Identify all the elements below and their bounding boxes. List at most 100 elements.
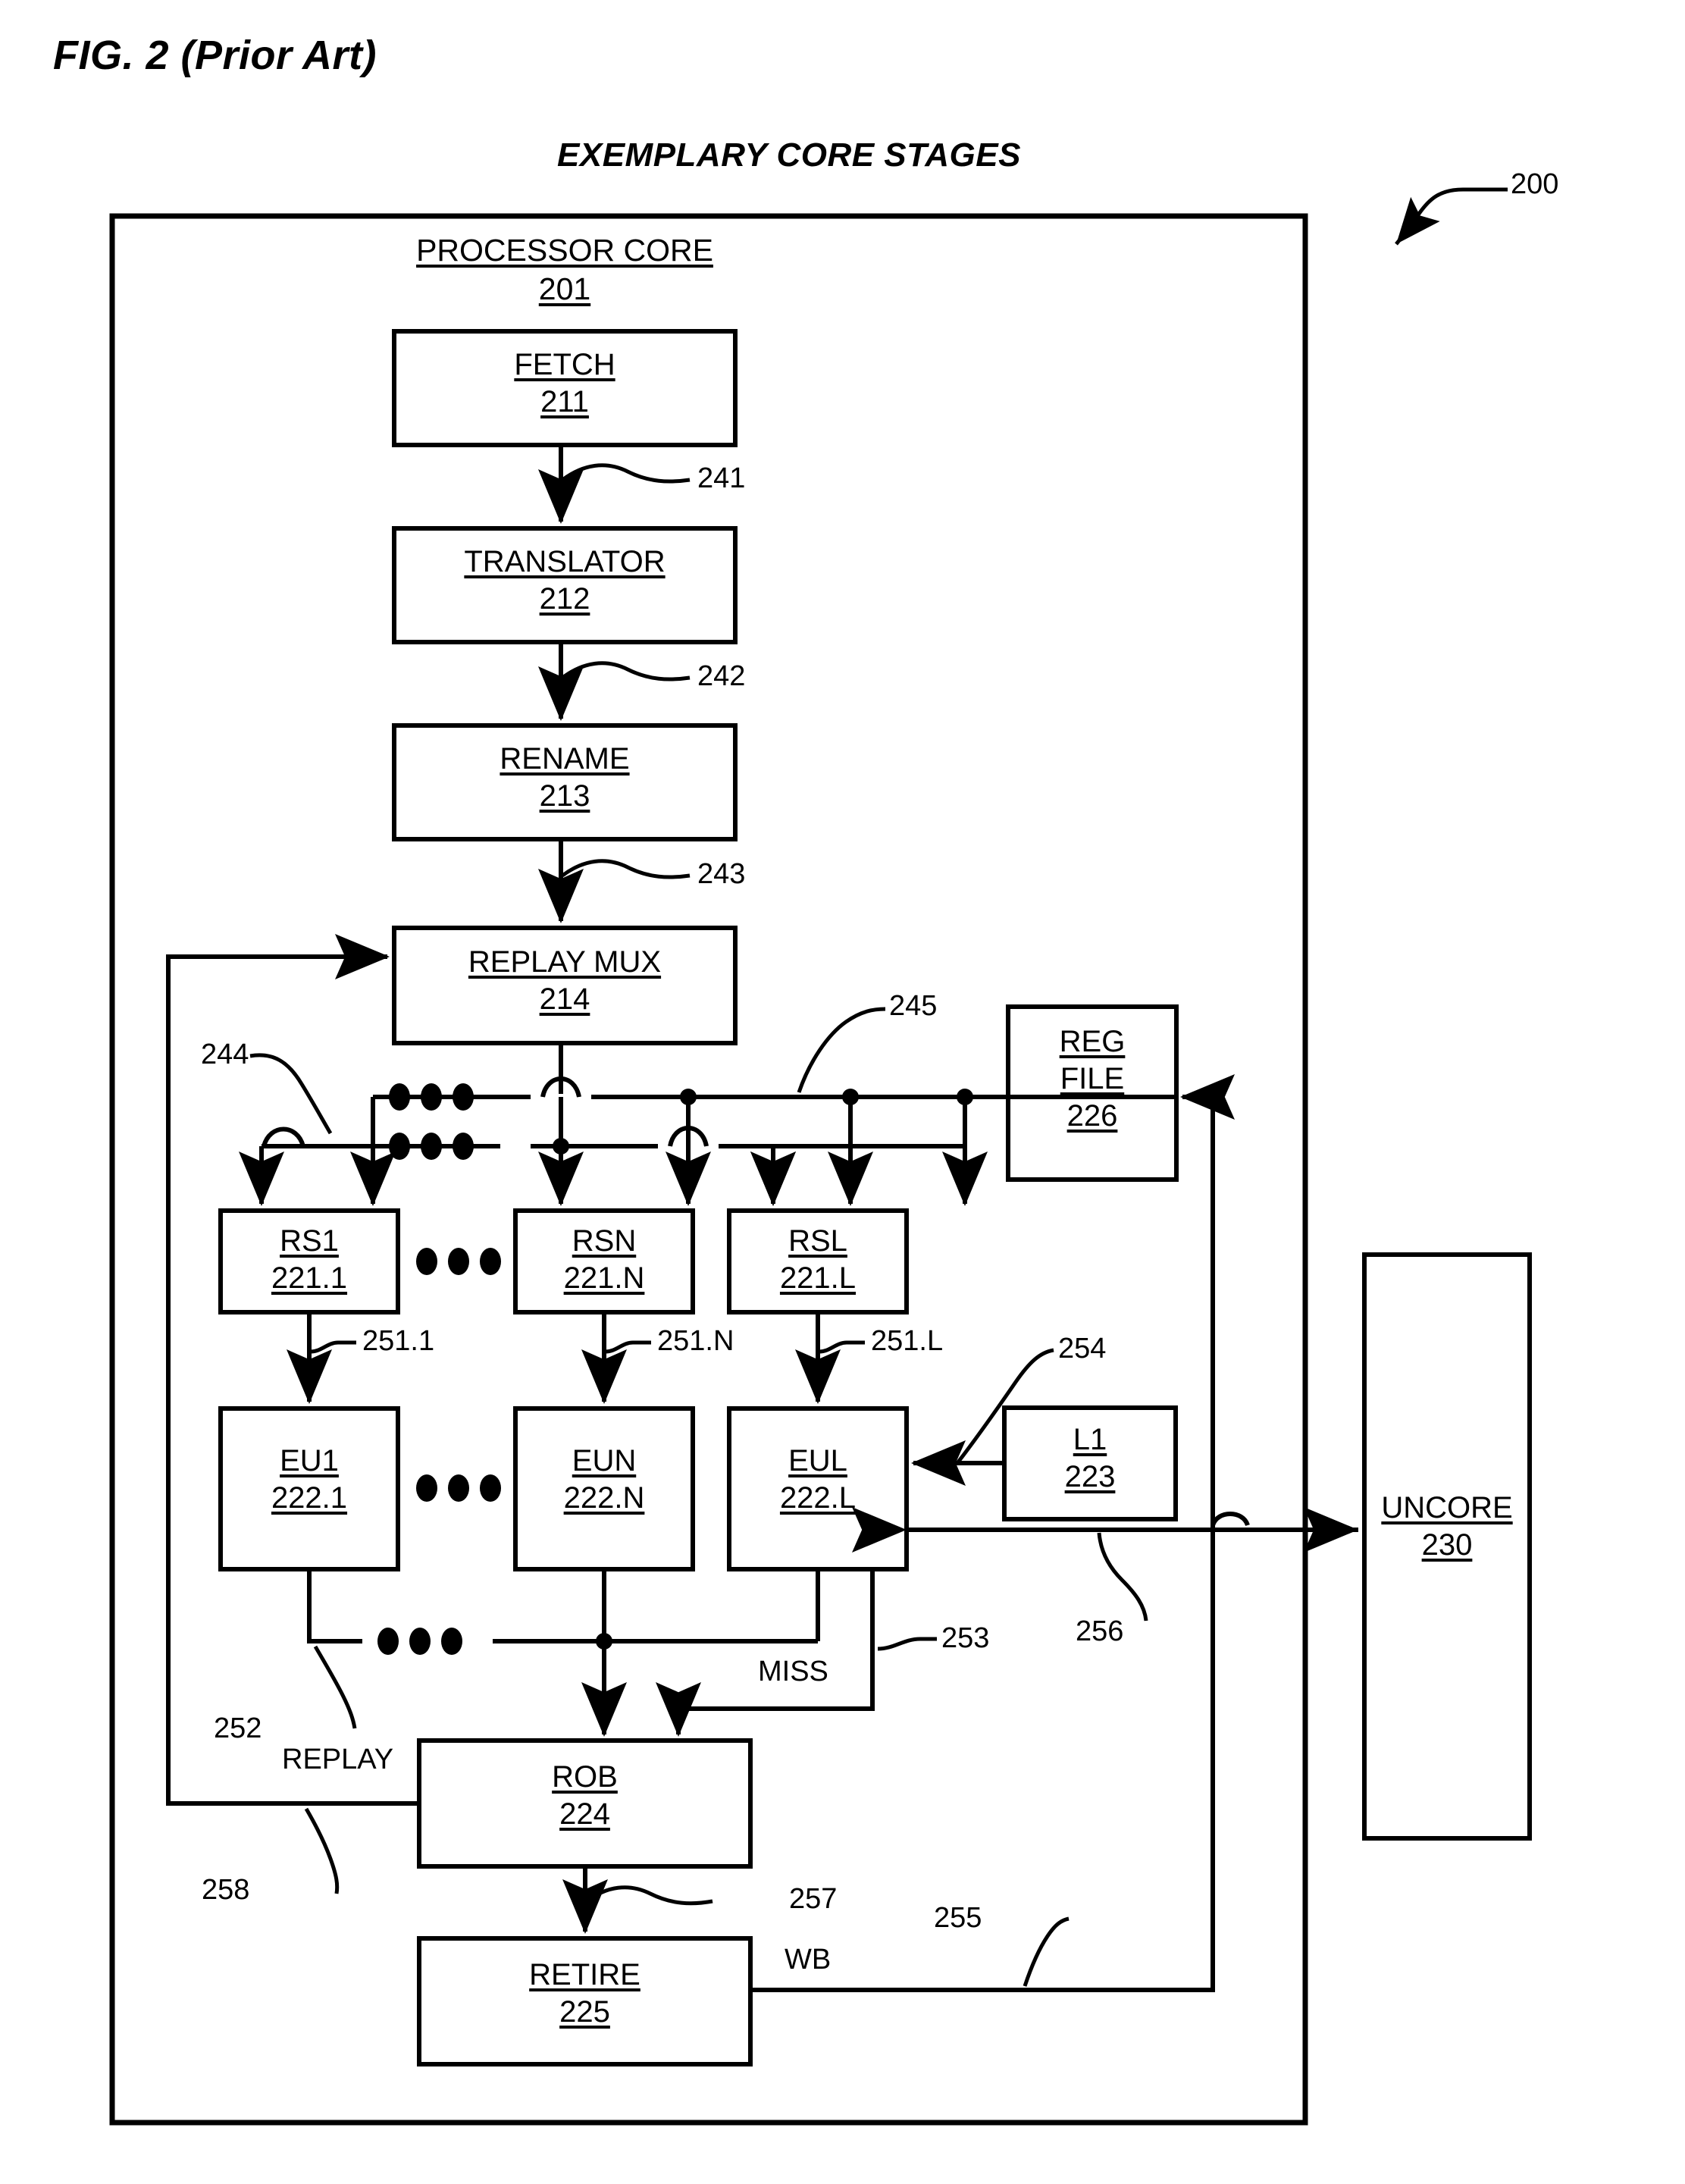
leader-255: [1023, 1916, 1070, 1987]
eun-ref: 222.N: [563, 1481, 645, 1515]
reg-file-name-line2: FILE: [1060, 1061, 1125, 1095]
dot: [389, 1133, 410, 1160]
junction-dot-a: [553, 1138, 569, 1155]
dot: [389, 1083, 410, 1111]
eul-name: EUL: [788, 1444, 847, 1477]
eun-label[interactable]: EUN 222.N: [515, 1443, 693, 1517]
rs1-label[interactable]: RS1 221.1: [221, 1223, 398, 1297]
dot: [480, 1474, 501, 1502]
ref-label-254: 254: [1058, 1333, 1107, 1365]
leader-244: [249, 1053, 333, 1135]
translator-name: TRANSLATOR: [464, 545, 666, 578]
leader-253: [877, 1637, 937, 1651]
ref-label-243: 243: [697, 858, 746, 890]
ref-label-251-n: 251.N: [657, 1325, 734, 1357]
leader-243: [561, 859, 691, 879]
eul-label[interactable]: EUL 222.L: [729, 1443, 907, 1517]
dot: [377, 1628, 399, 1655]
hop-256: [1211, 1512, 1250, 1527]
processor-core-ref: 201: [538, 271, 591, 307]
replay-feedback: [166, 934, 419, 1806]
ref-label-245: 245: [889, 990, 938, 1022]
reg-file-label[interactable]: REG FILE 226: [1008, 1023, 1176, 1134]
ref-label-200: 200: [1511, 168, 1559, 200]
fetch-label[interactable]: FETCH 211: [394, 346, 735, 421]
retire-ref: 225: [559, 1994, 610, 2029]
ref-label-244: 244: [201, 1039, 249, 1070]
retire-label[interactable]: RETIRE 225: [419, 1957, 750, 2031]
leader-258: [304, 1807, 340, 1894]
retire-name: RETIRE: [529, 1958, 640, 1991]
dot: [421, 1133, 442, 1160]
eun-name: EUN: [572, 1444, 637, 1477]
rob-label[interactable]: ROB 224: [419, 1759, 750, 1833]
leader-200-arrow: [1395, 187, 1464, 246]
leader-245: [797, 1007, 886, 1093]
dot: [416, 1474, 437, 1502]
ref-label-253: 253: [941, 1622, 990, 1654]
processor-core-boundary: [109, 213, 1308, 2126]
l1-label[interactable]: L1 223: [1004, 1421, 1176, 1496]
ref-label-258: 258: [202, 1874, 250, 1906]
dot: [453, 1083, 474, 1111]
fetch-name: FETCH: [514, 348, 615, 381]
rsl-ref: 221.L: [779, 1261, 857, 1295]
ref-label-242: 242: [697, 660, 746, 692]
replay-mux-label[interactable]: REPLAY MUX 214: [394, 944, 735, 1018]
ref-label-257: 257: [789, 1883, 838, 1915]
dot: [448, 1474, 469, 1502]
translator-label[interactable]: TRANSLATOR 212: [394, 544, 735, 618]
processor-core-name: PROCESSOR CORE: [416, 233, 713, 268]
eu1-out: [307, 1569, 362, 1643]
miss-signal-label: MISS: [758, 1656, 828, 1687]
leader-241: [561, 463, 691, 484]
eu1-label[interactable]: EU1 222.1: [221, 1443, 398, 1517]
wb-signal-label: WB: [785, 1944, 832, 1976]
replay-mux-ref: 214: [539, 982, 590, 1016]
rob-name: ROB: [552, 1760, 618, 1794]
rsn-label[interactable]: RSN 221.N: [515, 1223, 693, 1297]
ref-label-256: 256: [1076, 1615, 1124, 1647]
leader-256: [1097, 1532, 1148, 1622]
eu1-ref: 222.1: [271, 1481, 348, 1515]
rs1-ref: 221.1: [271, 1261, 348, 1295]
rs1-name: RS1: [280, 1224, 339, 1258]
translator-ref: 212: [539, 581, 590, 616]
leader-251-1: [310, 1340, 356, 1354]
dot: [421, 1083, 442, 1111]
diagram-vector-layer: [109, 187, 1532, 2126]
leader-251-l: [819, 1340, 865, 1354]
eu1-name: EU1: [280, 1444, 339, 1477]
ref-label-241: 241: [697, 462, 746, 494]
rob-ref: 224: [559, 1797, 610, 1831]
ref-label-251-1: 251.1: [362, 1325, 435, 1357]
leader-257: [586, 1885, 713, 1906]
rename-name: RENAME: [500, 742, 630, 776]
dot: [441, 1628, 462, 1655]
rename-ref: 213: [539, 779, 590, 813]
processor-core-header: PROCESSOR CORE 201: [394, 231, 735, 309]
ref-label-252: 252: [214, 1712, 262, 1744]
reg-file-name-line1: REG: [1059, 1025, 1126, 1058]
eul-ref: 222.L: [779, 1481, 857, 1515]
fetch-ref: 211: [540, 384, 589, 418]
replay-mux-name: REPLAY MUX: [468, 945, 662, 979]
bus-b-hop2: [262, 1126, 305, 1148]
l1-ref: 223: [1064, 1459, 1116, 1493]
uncore-ref: 230: [1421, 1528, 1473, 1562]
dot: [480, 1248, 501, 1275]
junction-dot-252: [596, 1633, 612, 1650]
leader-242: [561, 661, 691, 682]
reg-file-ref: 226: [1066, 1098, 1118, 1133]
miss-path: [656, 1569, 875, 1737]
ref-label-251-l: 251.L: [871, 1325, 944, 1357]
leader-251-n: [605, 1340, 651, 1354]
figure-canvas: FIG. 2 (Prior Art) EXEMPLARY CORE STAGES: [0, 0, 1685, 2184]
dot: [453, 1133, 474, 1160]
uncore-label[interactable]: UNCORE 230: [1364, 1490, 1530, 1564]
replay-signal-label: REPLAY: [282, 1744, 394, 1775]
rename-label[interactable]: RENAME 213: [394, 741, 735, 815]
rsn-name: RSN: [572, 1224, 637, 1258]
rsl-label[interactable]: RSL 221.L: [729, 1223, 907, 1297]
junction-dot-b: [680, 1089, 697, 1105]
